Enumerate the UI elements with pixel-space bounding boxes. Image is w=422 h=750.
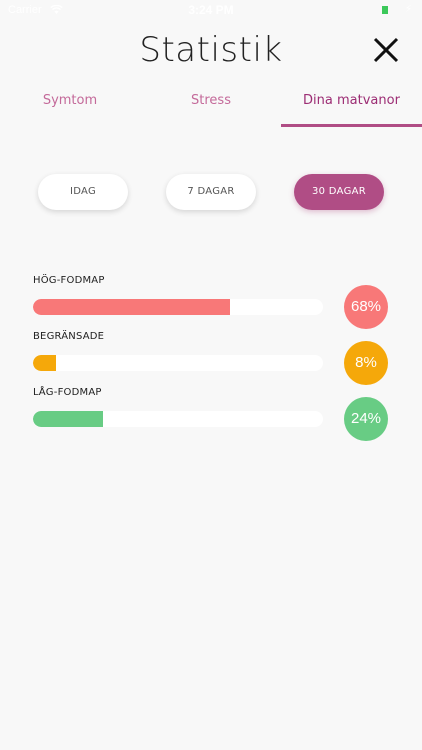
battery-icon: [382, 6, 388, 14]
tab-dina-matvanor[interactable]: Dina matvanor: [281, 88, 422, 126]
percent-badge-begransade: 8%: [344, 341, 388, 385]
progress-fill-begransade: [33, 355, 57, 371]
tab-bar: Symtom Stress Dina matvanor: [0, 88, 422, 128]
stat-label-lag-fodmap: LÅG-FODMAP: [33, 387, 102, 398]
active-tab-indicator: [281, 124, 422, 127]
progress-track-hog-fodmap: [33, 299, 323, 315]
charging-icon: ⚡: [404, 4, 412, 15]
status-time: 3:24 PM: [188, 3, 234, 17]
tab-stress[interactable]: Stress: [141, 88, 281, 126]
close-button[interactable]: [370, 34, 402, 66]
close-icon: [373, 37, 399, 63]
stat-label-hog-fodmap: HÖG-FODMAP: [33, 275, 105, 286]
status-bar: Carrier 3:24 PM ⚡: [0, 0, 422, 22]
progress-track-begransade: [33, 355, 323, 371]
percent-badge-lag-fodmap: 24%: [344, 397, 388, 441]
progress-fill-hog-fodmap: [33, 299, 231, 315]
progress-fill-lag-fodmap: [33, 411, 103, 427]
percent-badge-hog-fodmap: 68%: [344, 285, 388, 329]
period-button-7-dagar[interactable]: 7 DAGAR: [166, 174, 256, 210]
page-title: Statistik: [139, 30, 283, 70]
period-button-idag[interactable]: IDAG: [38, 174, 128, 210]
progress-track-lag-fodmap: [33, 411, 323, 427]
tab-symtom[interactable]: Symtom: [0, 88, 140, 126]
period-button-30-dagar[interactable]: 30 DAGAR: [294, 174, 384, 210]
stat-label-begransade: BEGRÄNSADE: [33, 331, 105, 342]
